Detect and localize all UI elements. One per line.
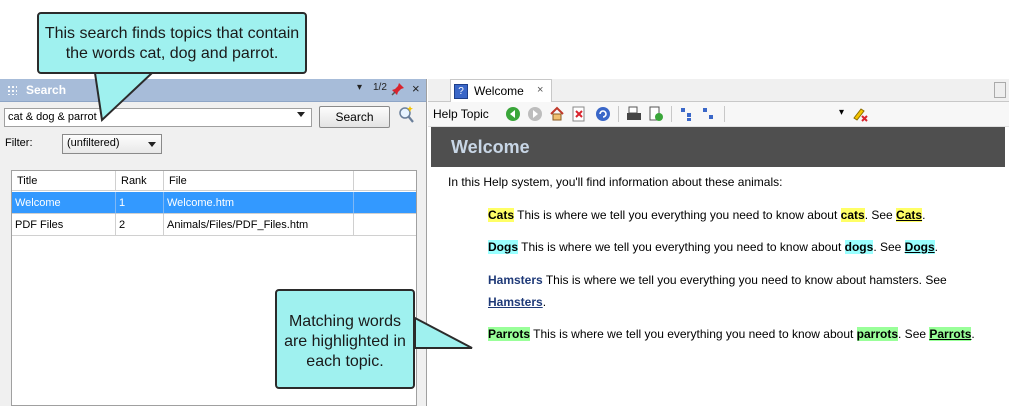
- top-callout-pointer: [93, 72, 155, 123]
- search-callout: This search finds topics that contain th…: [37, 12, 307, 74]
- bottom-callout-pointer: [414, 316, 473, 349]
- highlight-callout: Matching words are highlighted in each t…: [275, 289, 415, 389]
